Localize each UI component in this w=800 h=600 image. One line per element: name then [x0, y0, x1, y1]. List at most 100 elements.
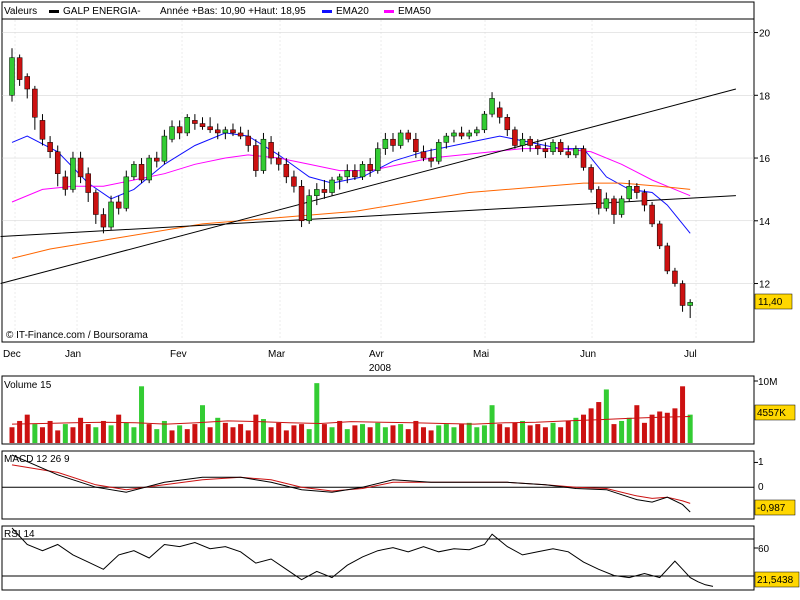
volume-bar-up — [360, 424, 366, 443]
legend-ema20: EMA20 — [336, 6, 369, 17]
candle-up — [314, 189, 320, 196]
legend-ema50: EMA50 — [398, 6, 431, 17]
instrument-swatch — [49, 10, 59, 13]
volume-bar-down — [390, 425, 396, 443]
volume-bar-down — [283, 430, 289, 443]
volume-bar-up — [177, 425, 183, 443]
month-tick-label: Fev — [170, 349, 187, 360]
volume-bar-down — [39, 427, 45, 443]
volume-bar-up — [474, 427, 480, 443]
volume-bar-up — [306, 429, 312, 443]
stock-chart: Valeurs GALP ENERGIA- Année +Bas: 10,90 … — [0, 1, 800, 591]
volume-bar-down — [146, 424, 152, 443]
volume-bar-down — [276, 422, 282, 443]
candle-up — [397, 132, 404, 146]
price-panel: Valeurs GALP ENERGIA- Année +Bas: 10,90 … — [0, 1, 793, 374]
candle-down — [542, 148, 549, 153]
volume-bar-up — [436, 425, 442, 443]
candle-up — [359, 164, 366, 178]
month-tick-label: Mar — [268, 349, 286, 360]
volume-bar-up — [200, 405, 205, 443]
candle-down — [93, 192, 99, 215]
volume-bar-down — [672, 408, 678, 443]
volume-bar-down — [268, 427, 274, 443]
candle-up — [260, 138, 267, 171]
candle-up — [573, 148, 579, 156]
candle-down — [390, 138, 396, 146]
volume-bar-down — [565, 420, 571, 443]
candle-down — [321, 189, 328, 193]
price-y-ticks: 12 14 16 18 20 — [754, 29, 771, 291]
candle-down — [62, 176, 69, 190]
candle-down — [47, 142, 53, 153]
macd-last-value: -0,987 — [757, 503, 786, 514]
candle-down — [77, 157, 84, 178]
header-range: Année +Bas: 10,90 +Haut: 18,95 — [160, 6, 306, 17]
candle-down — [230, 129, 236, 134]
volume-bar-up — [329, 427, 335, 443]
volume-bar-down — [100, 420, 106, 443]
candle-down — [565, 151, 572, 156]
candle-up — [474, 129, 480, 134]
candle-up — [519, 138, 526, 146]
volume-bar-down — [634, 405, 640, 443]
volume-bar-down — [337, 420, 343, 443]
candle-down — [24, 76, 30, 90]
volume-bar-up — [93, 427, 99, 443]
month-tick-label: Jan — [65, 349, 81, 360]
candle-down — [85, 173, 91, 193]
volume-bar-up — [260, 419, 266, 443]
candle-down — [679, 283, 686, 306]
volume-tick-10m: 10M — [758, 377, 777, 388]
year-label: 2008 — [369, 363, 392, 374]
candle-down — [634, 186, 640, 193]
volume-panel: Volume 15 10M 4557K — [1, 375, 796, 445]
volume-title: Volume 15 — [4, 380, 52, 391]
volume-bar-down — [497, 424, 503, 443]
last-price-value: 11,40 — [758, 297, 783, 308]
volume-bar-down — [238, 424, 244, 443]
volume-bar-up — [62, 424, 68, 443]
volume-bar-up — [382, 427, 388, 443]
candle-down — [413, 138, 419, 153]
candle-down — [405, 132, 411, 140]
candle-up — [451, 132, 457, 137]
watermark: © IT-Finance.com / Boursorama — [6, 330, 148, 341]
candle-down — [268, 142, 274, 159]
volume-bar-up — [344, 429, 350, 443]
rsi-title: RSI 14 — [4, 529, 35, 540]
volume-bar-up — [314, 383, 320, 443]
candle-down — [611, 198, 617, 215]
price-y-tick-label: 12 — [759, 280, 771, 291]
volume-bar-up — [489, 405, 495, 443]
price-y-tick-label: 20 — [759, 29, 771, 40]
volume-bar-down — [596, 402, 602, 443]
price-y-tick-label: 14 — [759, 217, 771, 228]
volume-bar-up — [520, 420, 526, 443]
candle-down — [245, 135, 251, 146]
candle-down — [428, 157, 434, 162]
header-series-title: Valeurs — [4, 6, 37, 17]
candle-down — [580, 148, 587, 168]
candle-down — [115, 201, 122, 209]
volume-bar-down — [192, 424, 198, 443]
header-instrument: GALP ENERGIA- — [63, 6, 141, 17]
volume-bar-up — [375, 422, 381, 443]
candle-down — [176, 126, 183, 134]
candle-down — [298, 186, 305, 222]
month-tick-label: Jul — [684, 349, 697, 360]
volume-bar-up — [573, 417, 579, 443]
candle-down — [192, 120, 198, 124]
candle-down — [32, 88, 38, 118]
candle-up — [329, 179, 335, 193]
candle-down — [207, 126, 213, 131]
volume-bar-up — [32, 424, 38, 443]
candle-down — [649, 204, 655, 225]
volume-bar-up — [123, 422, 129, 443]
candle-down — [291, 176, 297, 187]
candle-down — [16, 57, 23, 80]
volume-bar-up — [687, 414, 693, 443]
candle-down — [656, 223, 663, 247]
legend-ema20-swatch — [322, 10, 332, 13]
candle-up — [146, 157, 152, 181]
